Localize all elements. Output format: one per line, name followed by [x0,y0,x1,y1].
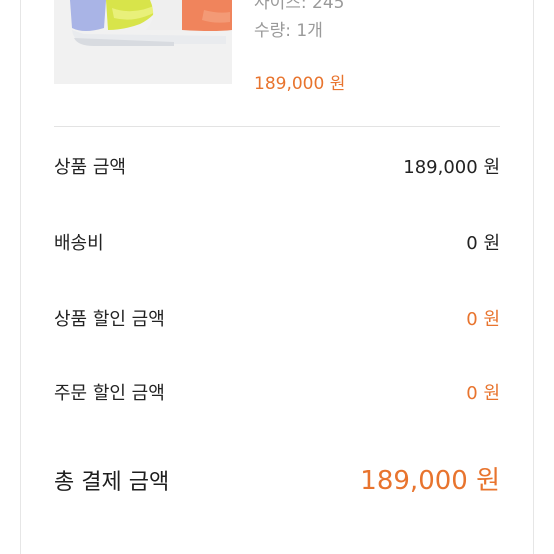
shipping-fee-label: 배송비 [54,233,104,254]
product-thumbnail[interactable] [54,0,232,84]
content-border-left [20,0,21,554]
product-item: 사이즈: 245 수량: 1개 189,000 원 [54,0,500,100]
product-amount-value: 189,000 원 [403,157,500,178]
order-discount-label: 주문 할인 금액 [54,383,165,404]
product-size-option: 사이즈: 245 [254,0,345,13]
product-amount-label: 상품 금액 [54,157,126,178]
total-payment-label: 총 결제 금액 [54,470,170,495]
product-discount-value: 0 원 [466,309,500,330]
total-payment-value: 189,000 원 [360,466,500,496]
product-discount-row: 상품 할인 금액 0 원 [54,301,500,331]
shipping-fee-row: 배송비 0 원 [54,225,500,255]
product-discount-label: 상품 할인 금액 [54,309,165,330]
order-discount-row: 주문 할인 금액 0 원 [54,375,500,405]
product-price: 189,000 원 [254,74,346,94]
section-divider [54,126,500,127]
content-border-right [533,0,534,554]
product-quantity-option: 수량: 1개 [254,21,323,41]
order-discount-value: 0 원 [466,383,500,404]
sneaker-image-icon [54,0,232,84]
order-summary-page: 사이즈: 245 수량: 1개 189,000 원 상품 금액 189,000 … [0,0,554,554]
total-payment-row: 총 결제 금액 189,000 원 [54,460,500,500]
shipping-fee-value: 0 원 [466,233,500,254]
product-amount-row: 상품 금액 189,000 원 [54,149,500,179]
